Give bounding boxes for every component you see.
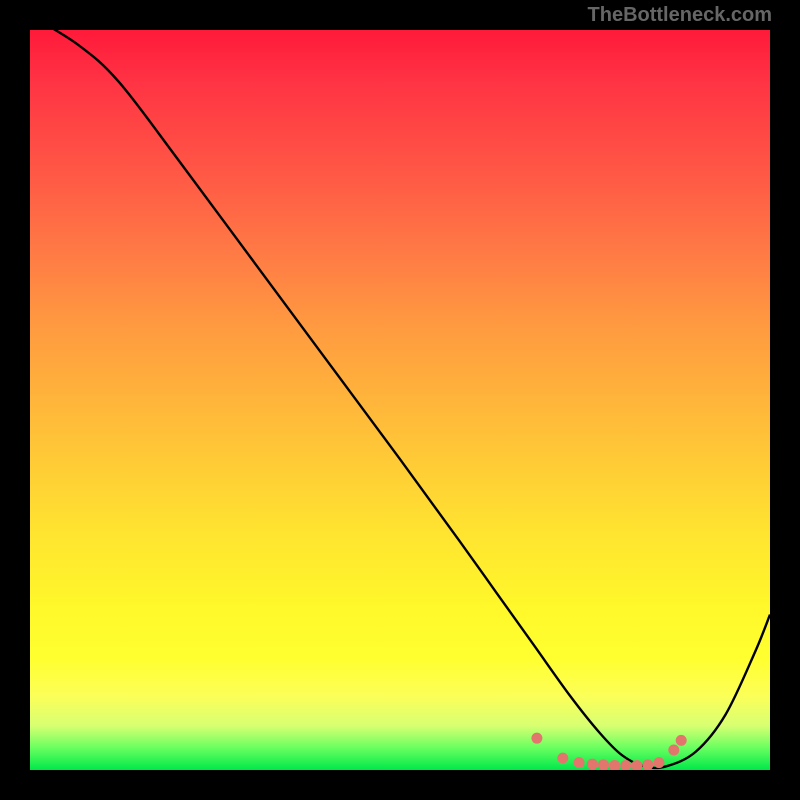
- minimum-marker-dot: [531, 733, 542, 744]
- minimum-marker-dot: [574, 757, 585, 768]
- minimum-marker-dot: [631, 760, 642, 770]
- minimum-marker-dot: [620, 760, 631, 770]
- minimum-marker-dot: [609, 760, 620, 770]
- attribution-text: TheBottleneck.com: [588, 4, 772, 27]
- minimum-marker-dot: [668, 745, 679, 756]
- minimum-marker-dot: [676, 735, 687, 746]
- minimum-marker-dot: [598, 759, 609, 770]
- minimum-markers: [531, 733, 686, 770]
- minimum-marker-dot: [557, 753, 568, 764]
- minimum-marker-dot: [587, 759, 598, 770]
- minimum-marker-dot: [642, 759, 653, 770]
- minimum-marker-dot: [654, 757, 665, 768]
- plot-area: [30, 30, 770, 770]
- marker-layer: [30, 30, 770, 770]
